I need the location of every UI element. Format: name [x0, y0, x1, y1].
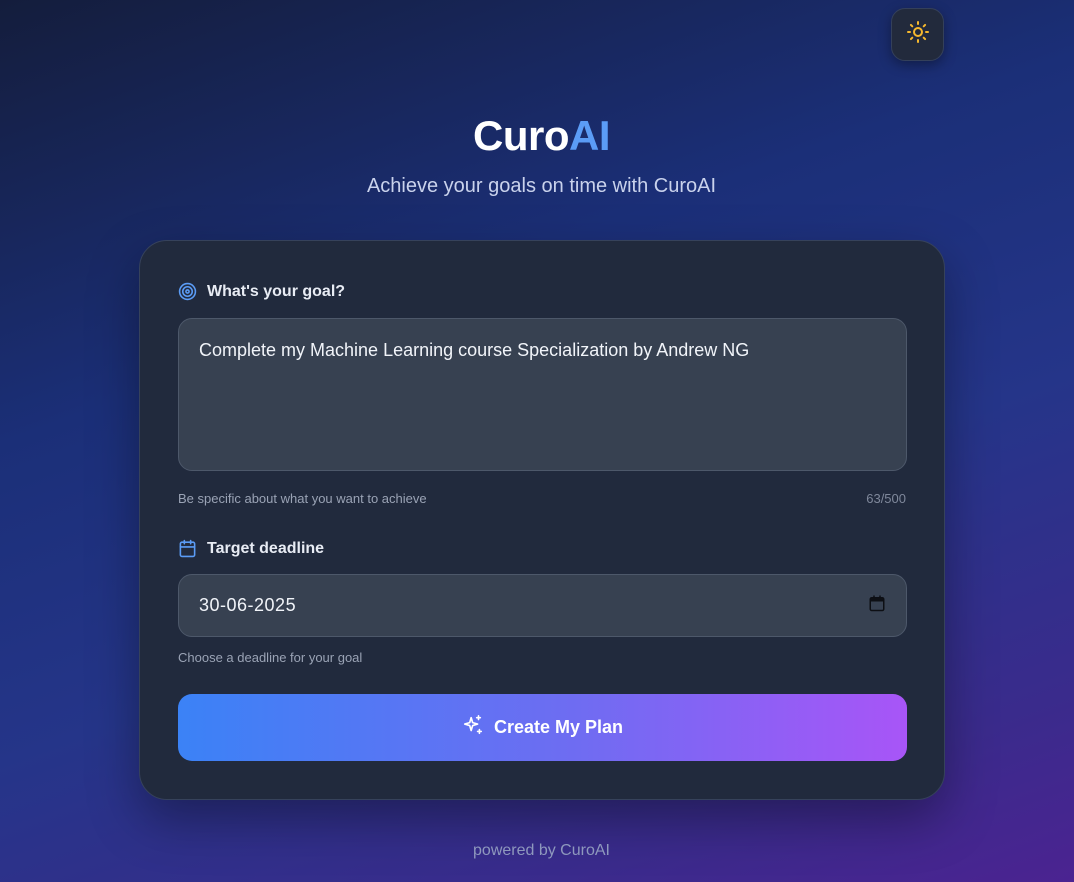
goal-textarea[interactable]: Complete my Machine Learning course Spec… — [178, 318, 907, 471]
date-picker-icon[interactable] — [868, 594, 886, 617]
deadline-label: Target deadline — [178, 539, 324, 558]
goal-label-text: What's your goal? — [207, 282, 346, 300]
deadline-hint: Choose a deadline for your goal — [178, 650, 363, 665]
tagline: Achieve your goals on time with CuroAI — [366, 175, 717, 197]
deadline-value: 30-06-2025 — [199, 595, 297, 615]
calendar-icon — [178, 539, 197, 558]
sparkles-icon — [462, 714, 484, 741]
app-title: CuroAI — [0, 112, 1074, 160]
footer-powered-by: powered by CuroAI — [473, 842, 610, 859]
deadline-label-text: Target deadline — [207, 539, 325, 557]
deadline-date-input[interactable]: 30-06-2025 — [178, 574, 907, 637]
sun-icon — [906, 20, 930, 49]
target-icon — [178, 282, 197, 301]
app-title-part1: Curo — [473, 112, 570, 159]
goal-char-counter: 63/500 — [866, 491, 906, 506]
create-plan-label: Create My Plan — [493, 717, 624, 737]
goal-form-card: What's your goal? Complete my Machine Le… — [139, 240, 945, 800]
theme-toggle-button[interactable] — [891, 8, 944, 61]
goal-hint: Be specific about what you want to achie… — [178, 491, 427, 506]
create-plan-button[interactable]: Create My Plan — [178, 694, 907, 761]
goal-label: What's your goal? — [178, 282, 345, 301]
app-title-part2: AI — [569, 112, 611, 159]
